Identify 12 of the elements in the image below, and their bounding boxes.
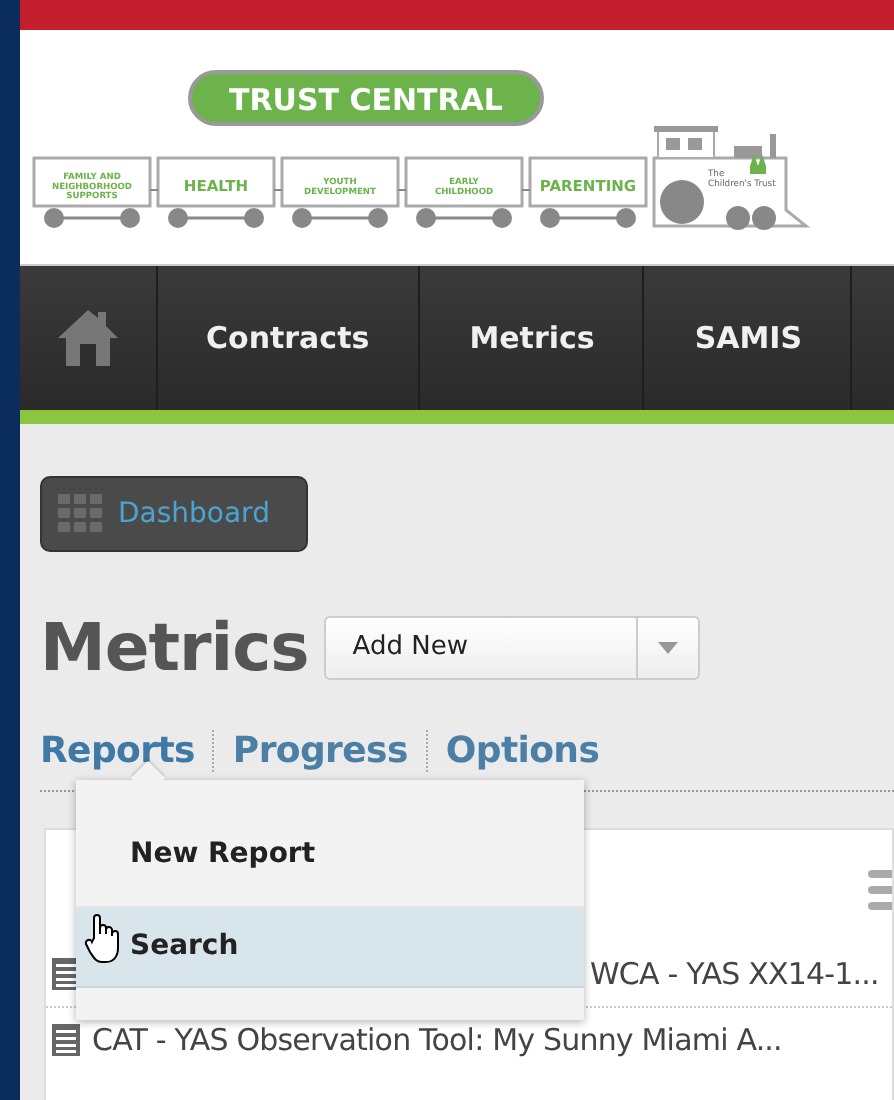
nav-link[interactable]: Metrics <box>419 266 645 410</box>
logo-title: TRUST CENTRAL <box>229 82 503 118</box>
tab[interactable]: Options <box>425 730 618 772</box>
nav-link[interactable]: Contracts <box>158 266 420 410</box>
nav-link[interactable]: SAMIS <box>644 266 853 410</box>
page-title: Metrics <box>40 608 309 686</box>
menu-item[interactable]: Search <box>76 908 584 988</box>
tab[interactable]: Reports <box>40 730 213 772</box>
add-new-select[interactable]: Add New <box>324 615 701 679</box>
report-title[interactable]: WCA - YAS XX14-1... <box>590 956 879 992</box>
tab[interactable]: Progress <box>212 730 426 772</box>
report-title[interactable]: CAT - YAS Observation Tool: My Sunny Miami A... <box>92 1022 782 1058</box>
